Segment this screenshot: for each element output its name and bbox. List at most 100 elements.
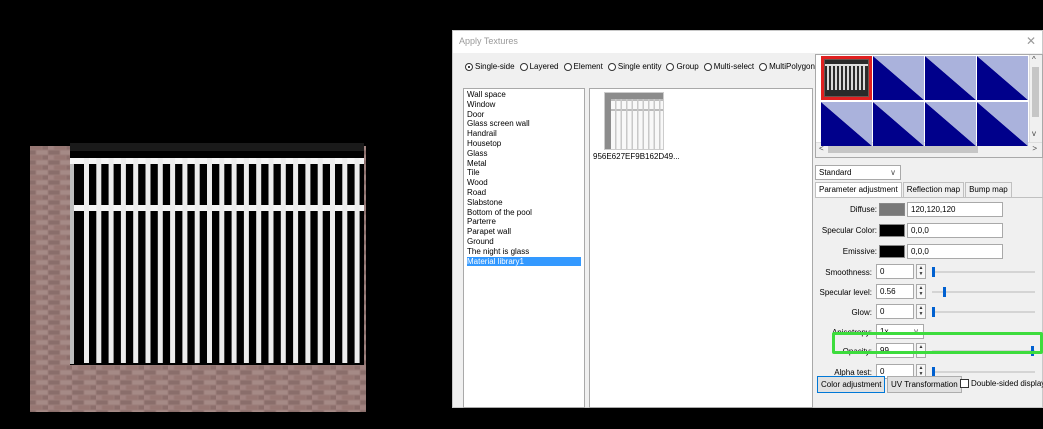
- emissive-color-swatch[interactable]: [879, 245, 905, 258]
- glow-spinner[interactable]: ▲ ▼: [916, 304, 926, 319]
- specular-level-slider[interactable]: [932, 291, 1035, 293]
- radio-circle-icon[interactable]: [759, 62, 768, 71]
- mode-radio-single-side[interactable]: Single-side: [465, 62, 515, 71]
- fence-bar: [96, 158, 102, 363]
- mode-radio-group[interactable]: Group: [666, 62, 699, 71]
- specular-level-spinner[interactable]: ▲ ▼: [916, 284, 926, 299]
- smoothness-slider[interactable]: [932, 271, 1035, 273]
- list-item[interactable]: Road: [467, 188, 581, 198]
- param-tabs: Parameter adjustment Reflection map Bump…: [815, 182, 1013, 197]
- material-swatch[interactable]: [925, 56, 976, 100]
- horizontal-scroll-thumb[interactable]: [828, 146, 978, 153]
- chevron-down-icon: ∨: [890, 168, 896, 177]
- mode-radio-single-entity[interactable]: Single entity: [607, 62, 662, 71]
- tab-parameter-adjustment[interactable]: Parameter adjustment: [815, 182, 902, 197]
- material-swatch[interactable]: [873, 102, 924, 146]
- list-item[interactable]: Handrail: [467, 129, 581, 139]
- checkbox-box[interactable]: [960, 379, 969, 388]
- mode-radio-layered[interactable]: Layered: [519, 62, 559, 71]
- swatch-vertical-scrollbar[interactable]: ^ v: [1029, 55, 1042, 143]
- tab-reflection-map[interactable]: Reflection map: [902, 182, 965, 197]
- scroll-right-icon[interactable]: >: [1032, 144, 1037, 153]
- radio-circle-icon[interactable]: [703, 62, 712, 71]
- alpha-test-slider[interactable]: [932, 371, 1035, 373]
- emissive-field[interactable]: 0,0,0: [907, 244, 1003, 259]
- glow-slider-thumb[interactable]: [932, 307, 935, 317]
- radio-circle-icon[interactable]: [563, 62, 572, 71]
- material-swatch[interactable]: [821, 102, 872, 146]
- fence-bar: [108, 158, 114, 363]
- scroll-down-icon[interactable]: v: [1032, 129, 1036, 138]
- fence-bar: [305, 158, 311, 363]
- list-item[interactable]: Wall space: [467, 90, 581, 100]
- radio-circle-icon[interactable]: [519, 62, 528, 71]
- radio-circle-icon[interactable]: [465, 62, 473, 71]
- 3d-viewport[interactable]: [0, 0, 452, 427]
- color-adjustment-button[interactable]: Color adjustment: [817, 376, 886, 393]
- radio-circle-icon[interactable]: [607, 62, 616, 71]
- thumbnail-bar: [653, 99, 655, 149]
- category-list[interactable]: Wall space Window Door Glass screen wall Han…: [463, 88, 585, 408]
- radio-circle-icon[interactable]: [666, 62, 675, 71]
- list-item[interactable]: Slabstone: [467, 198, 581, 208]
- uv-transformation-button[interactable]: UV Transformation: [887, 376, 962, 393]
- diffuse-label: Diffuse:: [850, 205, 877, 214]
- material-swatch-grid: ^ v < >: [815, 54, 1043, 158]
- texture-thumbnail[interactable]: [604, 92, 664, 150]
- fence-bar: [243, 158, 249, 363]
- material-swatch[interactable]: [873, 56, 924, 100]
- thumbnail-bar: [620, 99, 622, 149]
- list-item[interactable]: Glass: [467, 149, 581, 159]
- material-swatch[interactable]: [925, 102, 976, 146]
- material-swatch[interactable]: [977, 56, 1028, 100]
- list-item[interactable]: Metal: [467, 159, 581, 169]
- render-mode-select[interactable]: Standard ∨: [815, 165, 901, 180]
- radio-label: Single entity: [617, 62, 662, 71]
- specular-level-slider-thumb[interactable]: [943, 287, 946, 297]
- tab-bump-map[interactable]: Bump map: [965, 182, 1012, 197]
- mode-radio-multipolygon[interactable]: MultiPolygon: [759, 62, 815, 71]
- title-bar: Apply Textures ✕: [453, 31, 1042, 53]
- glow-label: Glow:: [851, 308, 872, 317]
- radio-label: Single-side: [475, 62, 515, 71]
- scroll-up-icon[interactable]: ^: [1032, 55, 1036, 64]
- fence-bar: [219, 158, 225, 363]
- railing-thumbnail-icon: [605, 93, 663, 149]
- glow-field[interactable]: 0: [876, 304, 914, 319]
- selected-material-swatch[interactable]: [821, 56, 872, 100]
- radio-label: Layered: [529, 62, 559, 71]
- specular-color-field[interactable]: 0,0,0: [907, 223, 1003, 238]
- list-item[interactable]: Glass screen wall: [467, 119, 581, 129]
- material-swatch[interactable]: [977, 102, 1028, 146]
- mode-radio-multi-select[interactable]: Multi-select: [703, 62, 754, 71]
- smoothness-spinner[interactable]: ▲ ▼: [916, 264, 926, 279]
- glow-slider[interactable]: [932, 311, 1035, 313]
- list-item[interactable]: Ground: [467, 237, 581, 247]
- list-item[interactable]: Housetop: [467, 139, 581, 149]
- diffuse-color-swatch[interactable]: [879, 203, 905, 216]
- list-item[interactable]: Parapet wall: [467, 227, 581, 237]
- texture-thumbnail-caption: 956E627EF9B162D49...: [593, 152, 680, 161]
- list-item[interactable]: Door: [467, 110, 581, 120]
- mode-radio-element[interactable]: Element: [563, 62, 603, 71]
- thumbnail-bar: [659, 99, 661, 149]
- double-sided-display-checkbox[interactable]: Double-sided display: [960, 379, 1043, 388]
- diffuse-field[interactable]: 120,120,120: [907, 202, 1003, 217]
- specular-level-field[interactable]: 0.56: [876, 284, 914, 299]
- list-item[interactable]: Material library1: [467, 256, 581, 267]
- smoothness-slider-thumb[interactable]: [932, 267, 935, 277]
- render-mode-value: Standard: [819, 168, 852, 177]
- apply-textures-dialog: Apply Textures ✕ Single-side Layered Eleme…: [452, 30, 1043, 408]
- fence-bar: [170, 158, 176, 363]
- list-item[interactable]: Bottom of the pool: [467, 208, 581, 218]
- smoothness-field[interactable]: 0: [876, 264, 914, 279]
- thumbnail-bar: [631, 99, 633, 149]
- list-item[interactable]: The night is glass: [467, 247, 581, 257]
- close-icon[interactable]: ✕: [1026, 34, 1036, 48]
- list-item[interactable]: Wood: [467, 178, 581, 188]
- list-item[interactable]: Window: [467, 100, 581, 110]
- list-item[interactable]: Parterre: [467, 217, 581, 227]
- vertical-scroll-thumb[interactable]: [1032, 67, 1039, 117]
- specular-color-swatch[interactable]: [879, 224, 905, 237]
- list-item[interactable]: Tile: [467, 168, 581, 178]
